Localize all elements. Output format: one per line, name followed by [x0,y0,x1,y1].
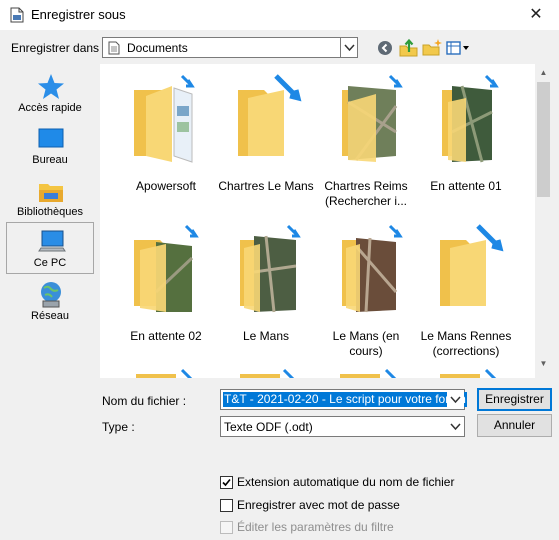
chevron-down-icon [344,44,355,52]
checkbox-label: Enregistrer avec mot de passe [237,498,400,512]
file-list[interactable]: Apowersoft Chartres Le Mans Chartres Rei… [100,64,552,378]
folder-icon [240,224,301,313]
checkmark-icon [222,478,231,487]
checkbox-label: Éditer les paramètres du filtre [237,520,394,534]
folder-icon [240,368,295,378]
place-label: Réseau [31,310,69,322]
place-label: Accès rapide [18,102,82,114]
computer-icon [38,230,66,252]
place-quick-access[interactable]: Accès rapide [6,68,94,120]
scroll-up-icon[interactable]: ▲ [535,64,552,81]
folder-name: Le Mans (en cours) [332,329,400,358]
filename-combobox[interactable]: T&T - 2021-02-20 - Le script pour votre … [220,389,467,410]
folder-le-mans-en-cours[interactable]: Le Mans (en cours) [316,222,416,358]
folder-name: Chartres Reims (Rechercher i... [324,179,408,208]
folder-le-mans-rennes[interactable]: Le Mans Rennes (corrections) [416,222,516,358]
folder-chartres-le-mans[interactable]: Chartres Le Mans [216,72,316,207]
star-icon [38,74,64,99]
network-icon [41,282,61,308]
scroll-down-icon[interactable]: ▼ [535,355,552,372]
checkbox-label: Extension automatique du nom de fichier [237,475,455,489]
up-folder-icon[interactable] [398,37,420,59]
folder-name: Le Mans Rennes (corrections) [420,329,512,358]
chevron-down-icon [450,423,461,431]
folder-name: Le Mans [242,329,290,343]
back-icon[interactable] [374,37,396,59]
save-in-value: Documents [127,41,188,55]
folder-name: En attente 01 [430,179,502,193]
folder-icon [342,74,403,162]
folder-icon [134,224,199,312]
close-icon: ✕ [529,6,543,23]
folder-chartres-reims[interactable]: Chartres Reims (Rechercher i... [316,72,416,208]
folder-name: Chartres Le Mans [218,179,314,193]
folder-icon [442,74,499,163]
file-type-value: Texte ODF (.odt) [224,420,313,434]
documents-folder-icon [108,41,120,55]
folder-en-attente-02[interactable]: En attente 02 [116,222,216,357]
place-label: Bureau [32,154,68,166]
checkbox-box [220,521,233,534]
desktop-icon [38,128,64,148]
save-in-label: Enregistrer dans : [11,41,106,55]
place-this-pc[interactable]: Ce PC [6,222,94,274]
type-label: Type : [102,420,135,434]
file-type-combobox[interactable]: Texte ODF (.odt) [220,416,465,437]
dropdown-button[interactable] [340,38,357,57]
folder-en-attente-01[interactable]: En attente 01 [416,72,516,207]
folder-name: En attente 02 [130,329,202,343]
folder-icon [238,74,302,156]
document-save-icon [10,7,24,23]
place-label: Ce PC [33,257,67,269]
dropdown-button[interactable] [447,390,464,409]
place-desktop[interactable]: Bureau [6,120,94,172]
place-network[interactable]: Réseau [6,276,94,328]
folder-icon [342,224,403,313]
new-folder-icon[interactable] [421,37,443,59]
folder-icon [340,368,397,378]
save-button[interactable]: Enregistrer [477,388,552,411]
chevron-down-icon [450,396,461,404]
dropdown-button[interactable] [447,417,464,436]
folder-le-mans[interactable]: Le Mans [216,222,316,357]
save-in-combobox[interactable]: Documents [102,37,358,58]
libraries-icon [39,184,63,202]
scroll-thumb[interactable] [537,82,550,197]
folder-icon [440,368,497,378]
title-bar: Enregistrer sous ✕ [0,0,559,30]
window-title: Enregistrer sous [31,7,126,22]
checkbox-box[interactable] [220,476,233,489]
place-label: Bibliothèques [16,206,84,218]
folder-icon [136,368,193,378]
filename-input[interactable]: T&T - 2021-02-20 - Le script pour votre … [223,392,467,407]
folder-icon [440,224,504,306]
close-button[interactable]: ✕ [513,0,559,30]
folder-icon [134,74,195,163]
folder-name: Apowersoft [135,179,197,193]
places-bar: Accès rapide Bureau Bibliothèques Ce PC … [6,64,94,376]
view-menu-icon[interactable] [446,37,472,59]
vertical-scrollbar[interactable]: ▲ ▼ [535,64,552,378]
folder-apowersoft[interactable]: Apowersoft [116,72,216,207]
checkbox-box[interactable] [220,499,233,512]
place-libraries[interactable]: Bibliothèques [6,172,94,224]
filename-label: Nom du fichier : [102,394,187,408]
cancel-button[interactable]: Annuler [477,414,552,437]
